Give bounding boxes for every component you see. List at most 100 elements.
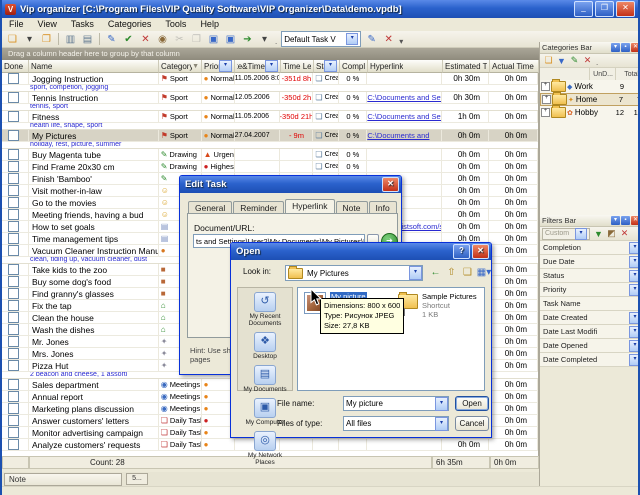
task-status-cell[interactable] [313,439,339,450]
task-priority-cell[interactable]: ●Normal [202,130,235,141]
print-icon[interactable]: ▤ [80,32,95,46]
total-column-header[interactable]: Total [616,68,640,80]
task-row[interactable]: Jogging Instruction⚑Sport●Normal11.05.20… [2,73,538,85]
done-checkbox[interactable] [8,403,19,414]
task-actual-cell[interactable]: 0h 0m [489,360,538,371]
task-category-cell[interactable]: ⚑Sport [159,73,202,84]
task-estimated-cell[interactable]: 0h 0m [442,221,489,232]
task-done-cell[interactable] [2,161,29,172]
task-timeleft-cell[interactable]: -350d 2h [280,92,313,103]
done-checkbox[interactable] [8,197,19,208]
task-hyperlink[interactable]: C:\Documents and [367,131,429,140]
menu-tools[interactable]: Tools [158,18,193,31]
task-complete-cell[interactable]: 0 % [339,149,367,160]
look-in-combo[interactable]: My Pictures ▾ [285,265,423,281]
task-complete-cell[interactable]: 0 % [339,161,367,172]
task-priority-cell[interactable]: ●Normal [202,73,235,84]
task-row[interactable]: Buy Magenta tube✎Drawing▲Urgent❏Create0 … [2,149,538,161]
task-priority-cell[interactable]: ●Normal [202,111,235,122]
task-name-cell[interactable]: Fitness [29,111,159,122]
task-category-cell[interactable]: ⚑Sport [159,130,202,141]
column-header-time-left[interactable]: Time Left [281,60,314,73]
task-name-cell[interactable]: Monitor advertising campaign [29,427,159,438]
done-checkbox[interactable] [8,439,19,450]
column-header-priority[interactable]: Priority▾ [202,60,235,73]
note-expand-button[interactable]: 5... [126,473,148,485]
task-name-cell[interactable]: Tennis Instruction [29,92,159,103]
task-actual-cell[interactable]: 0h 0m [489,348,538,359]
task-status-cell[interactable]: ❏Create [313,149,339,160]
task-actual-cell[interactable]: 0h 0m [489,264,538,275]
column-header-hyperlink[interactable]: Hyperlink [368,60,443,73]
task-due-cell[interactable]: 27.04.2007 [235,130,281,141]
task-estimated-cell[interactable]: 0h 0m [442,439,489,450]
task-category-cell[interactable]: ⚑Sport [159,92,202,103]
save-icon[interactable]: ▥ [63,32,78,46]
task-actual-cell[interactable]: 0h 0m [489,276,538,287]
menu-categories[interactable]: Categories [101,18,159,31]
done-checkbox[interactable] [8,427,19,438]
task-name-cell[interactable]: Mrs. Jones [29,348,159,359]
task-done-cell[interactable] [2,288,29,299]
back-icon[interactable]: ← [428,265,443,279]
task-actual-cell[interactable]: 0h 0m [489,245,538,256]
done-checkbox[interactable] [8,391,19,402]
delete-filter-icon[interactable]: ✕ [618,228,631,240]
done-checkbox[interactable] [8,221,19,232]
categories-panel-icon[interactable]: ▣ [206,32,221,46]
menu-view[interactable]: View [31,18,64,31]
task-hyperlink-cell[interactable] [367,161,442,172]
task-done-cell[interactable] [2,348,29,359]
group-by-bar[interactable]: Drag a column header here to group by th… [2,48,539,60]
task-done-cell[interactable] [2,300,29,311]
task-done-cell[interactable] [2,130,29,141]
menu-file[interactable]: File [2,18,31,31]
filter-field-date-created[interactable]: Date Created▾ [540,311,640,325]
task-actual-cell[interactable]: 0h 0m [489,233,538,244]
duplicate-task-icon[interactable]: ❐ [39,32,54,46]
expand-icon[interactable]: + [542,95,551,104]
column-header-name[interactable]: Name [29,60,159,73]
task-done-cell[interactable] [2,403,29,414]
task-timeleft-cell[interactable]: -351d 8h [280,73,313,84]
done-checkbox[interactable] [8,276,19,287]
filters-rollup-icon[interactable]: ▾ [611,216,620,225]
task-hyperlink-cell[interactable]: C:\Documents and [367,130,442,141]
done-checkbox[interactable] [8,149,19,160]
task-hyperlink[interactable]: C:\Documents and Settings\All [367,93,442,102]
task-estimated-cell[interactable]: 0h 0m [442,149,489,160]
task-due-cell[interactable]: 11.05.2006 8:00 [235,73,281,84]
file-name-combo[interactable]: My picture ▾ [343,396,449,411]
task-done-cell[interactable] [2,221,29,232]
done-checkbox[interactable] [8,173,19,184]
place-my-documents[interactable]: ▤My Documents [238,365,292,393]
menu-tasks[interactable]: Tasks [64,18,101,31]
task-due-cell[interactable]: 11.05.2006 [235,111,281,122]
task-hyperlink-cell[interactable]: C:\Documents and Settings\All [367,111,442,122]
open-dialog-close-icon[interactable]: ✕ [472,244,489,259]
filter-field-date-completed[interactable]: Date Completed▾ [540,353,640,367]
task-view-dropdown-icon[interactable]: ▾ [346,33,358,45]
task-name-cell[interactable]: Wash the dishes [29,324,159,335]
column-header-complete[interactable]: Complete [340,60,368,73]
task-done-cell[interactable] [2,324,29,335]
task-done-cell[interactable] [2,264,29,275]
task-hyperlink-cell[interactable] [367,73,442,84]
task-timeleft-cell[interactable] [280,161,313,172]
task-estimated-cell[interactable]: 0h 0m [442,185,489,196]
category-filter-funnel-icon[interactable]: ▼ [192,63,199,70]
task-complete-cell[interactable]: 0 % [339,73,367,84]
task-actual-cell[interactable]: 0h 0m [489,130,538,141]
task-estimated-cell[interactable]: 1h 0m [442,111,489,122]
task-done-cell[interactable] [2,427,29,438]
task-estimated-cell[interactable]: 0h 0m [442,161,489,172]
task-name-cell[interactable]: Pizza Hut [29,360,159,371]
new-folder-icon[interactable]: ❏ [460,265,475,279]
filter-dropdown-icon[interactable]: ▾ [629,256,640,268]
task-row[interactable]: Find Frame 20x30 cm✎Drawing●Highest❏Crea… [2,161,538,173]
task-name-cell[interactable]: Answer customers' letters [29,415,159,426]
task-done-cell[interactable] [2,185,29,196]
task-due-cell[interactable] [235,161,281,172]
minimize-button[interactable]: _ [574,1,593,17]
task-name-cell[interactable]: Take kids to the zoo [29,264,159,275]
